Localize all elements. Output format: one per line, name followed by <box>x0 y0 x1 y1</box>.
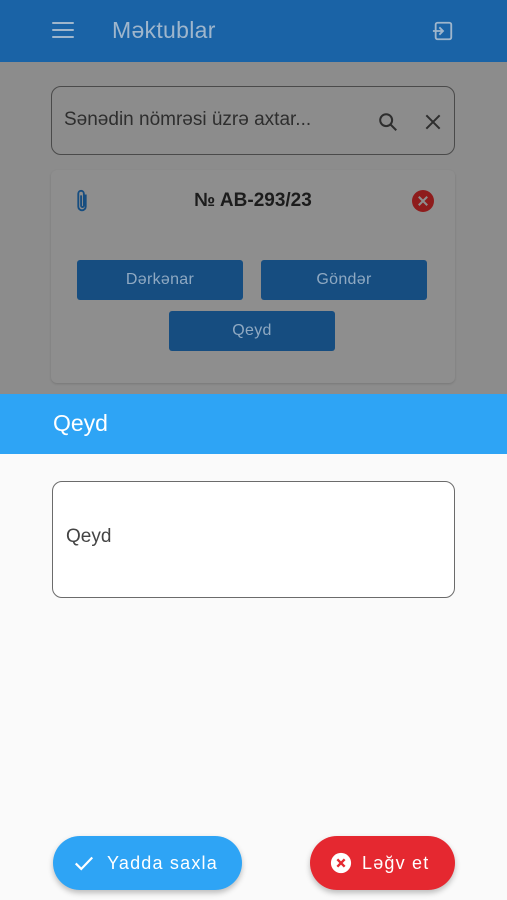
document-card: № AB-293/23 Dərkənar Göndər Qeyd <box>51 170 455 383</box>
delete-icon[interactable] <box>412 190 434 212</box>
send-button[interactable]: Göndər <box>261 260 427 300</box>
save-button-label: Yadda saxla <box>107 852 218 873</box>
note-sheet-title: Qeyd <box>53 410 108 436</box>
cancel-button[interactable]: Ləğv et <box>310 836 455 890</box>
page-title: Məktublar <box>112 17 216 43</box>
note-sheet-header: Qeyd <box>0 394 507 454</box>
search-bar[interactable]: Sənədin nömrəsi üzrə axtar... <box>51 86 455 155</box>
resolution-button[interactable]: Dərkənar <box>77 260 243 300</box>
menu-icon[interactable] <box>52 22 74 40</box>
cancel-button-label: Ləğv et <box>362 852 430 873</box>
close-icon[interactable] <box>423 112 443 132</box>
cancel-circle-icon <box>330 852 352 874</box>
save-button[interactable]: Yadda saxla <box>53 836 242 890</box>
note-field[interactable] <box>52 481 455 598</box>
document-number: № AB-293/23 <box>194 190 312 211</box>
note-input[interactable] <box>66 526 436 548</box>
search-icon[interactable] <box>377 111 399 133</box>
note-button[interactable]: Qeyd <box>169 311 335 351</box>
check-icon <box>74 856 94 871</box>
logout-icon[interactable] <box>432 20 454 42</box>
search-input[interactable]: Sənədin nömrəsi üzrə axtar... <box>64 109 311 131</box>
app-bar: Məktublar <box>0 0 507 62</box>
